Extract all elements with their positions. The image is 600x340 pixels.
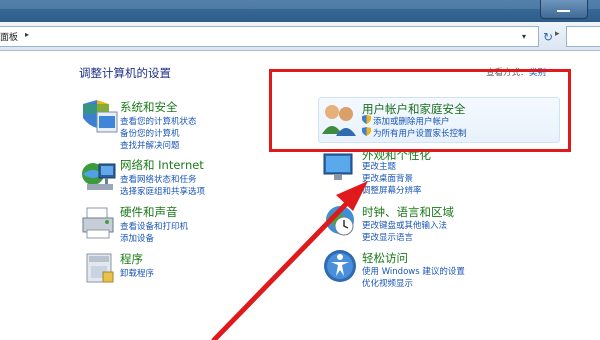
- address-bar: 面板 ▸ ▾ ↻ ▸: [0, 22, 600, 51]
- titlebar-gloss: [0, 0, 600, 9]
- programs-box-icon[interactable]: [79, 248, 119, 288]
- breadcrumb-control-panel[interactable]: 面板: [0, 30, 18, 43]
- link-recommended-settings[interactable]: 使用 Windows 建议的设置: [362, 265, 465, 277]
- search-input[interactable]: [566, 26, 600, 47]
- category-programs[interactable]: 程序: [120, 251, 143, 267]
- appearance-icon[interactable]: [320, 148, 360, 188]
- network-globe-icon[interactable]: [79, 156, 119, 196]
- minimize-button[interactable]: [540, 0, 588, 19]
- category-network-internet[interactable]: 网络和 Internet: [120, 157, 204, 173]
- link-change-theme[interactable]: 更改主题: [362, 160, 396, 172]
- category-ease-of-access[interactable]: 轻松访问: [362, 250, 408, 266]
- page-title: 调整计算机的设置: [79, 66, 171, 80]
- link-add-device[interactable]: 添加设备: [120, 232, 154, 244]
- link-devices-printers[interactable]: 查看设备和打印机: [120, 220, 188, 232]
- category-hardware-sound[interactable]: 硬件和声音: [120, 204, 178, 220]
- minimize-icon: [557, 10, 570, 12]
- printer-icon[interactable]: [79, 204, 119, 244]
- link-troubleshoot[interactable]: 查找并解决问题: [120, 139, 180, 151]
- link-backup-computer[interactable]: 备份您的计算机: [120, 127, 180, 139]
- link-network-status[interactable]: 查看网络状态和任务: [120, 173, 197, 185]
- link-view-computer-status[interactable]: 查看您的计算机状态: [120, 115, 197, 127]
- search-arrow-icon[interactable]: ▸: [555, 29, 560, 39]
- shield-flag-icon[interactable]: [79, 98, 119, 138]
- link-screen-resolution[interactable]: 调整屏幕分辨率: [362, 184, 422, 196]
- window-titlebar: [0, 0, 600, 22]
- link-change-display-language[interactable]: 更改显示语言: [362, 231, 413, 243]
- category-system-security[interactable]: 系统和安全: [120, 99, 178, 115]
- link-homegroup-sharing[interactable]: 选择家庭组和共享选项: [120, 185, 205, 197]
- annotation-highlight-box: [269, 69, 571, 152]
- category-clock-language-region[interactable]: 时钟、语言和区域: [362, 204, 454, 220]
- address-path-box[interactable]: 面板 ▸ ▾: [0, 26, 539, 47]
- link-change-input-methods[interactable]: 更改键盘或其他输入法: [362, 219, 447, 231]
- link-optimize-visual-display[interactable]: 优化视频显示: [362, 277, 413, 289]
- address-dropdown-icon[interactable]: ▾: [522, 32, 526, 41]
- breadcrumb-arrow-icon[interactable]: ▸: [25, 30, 29, 39]
- refresh-icon[interactable]: ↻: [540, 29, 556, 45]
- ease-of-access-icon[interactable]: [320, 246, 360, 286]
- link-change-desktop-background[interactable]: 更改桌面背景: [362, 172, 413, 184]
- link-uninstall-program[interactable]: 卸载程序: [120, 267, 154, 279]
- clock-globe-icon[interactable]: [320, 200, 360, 240]
